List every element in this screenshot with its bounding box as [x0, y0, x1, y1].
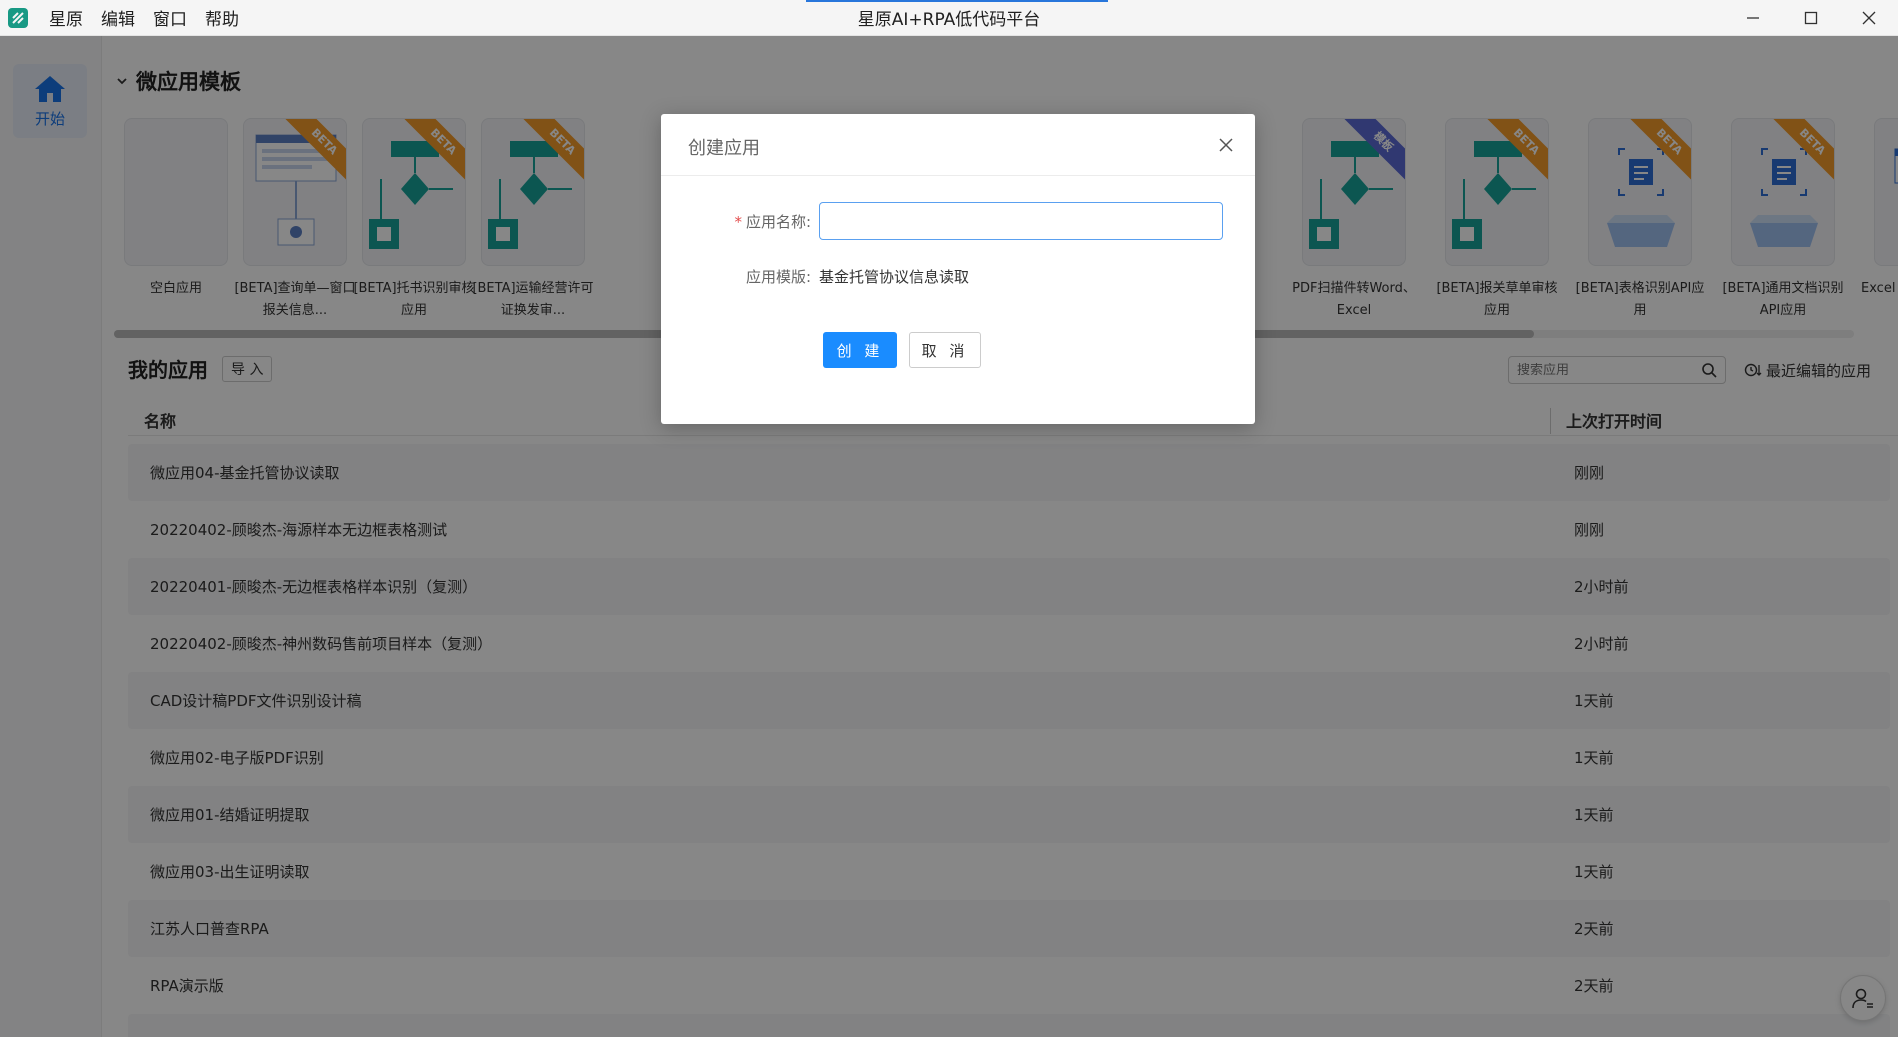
maximize-icon	[1804, 11, 1818, 25]
app-name-label: * 应用名称:	[734, 212, 811, 231]
maximize-button[interactable]	[1782, 0, 1840, 36]
close-icon	[1862, 11, 1876, 25]
minimize-button[interactable]	[1724, 0, 1782, 36]
menu-item-window[interactable]: 窗口	[144, 5, 196, 30]
title-accent-line	[806, 0, 1108, 2]
app-logo-icon	[8, 7, 28, 28]
minimize-icon	[1747, 17, 1759, 19]
menu-item-xingyuan[interactable]: 星原	[40, 5, 92, 30]
create-button[interactable]: 创 建	[823, 332, 897, 368]
create-app-dialog: 创建应用 * 应用名称: 应用模版: 基金托管协议信息读取 创 建 取 消	[661, 114, 1255, 424]
app-template-label: 应用模版:	[745, 268, 811, 286]
window-title: 星原AI+RPA低代码平台	[857, 10, 1041, 30]
close-window-button[interactable]	[1840, 0, 1898, 36]
app-template-value: 基金托管协议信息读取	[819, 268, 970, 286]
dialog-title: 创建应用	[688, 138, 760, 159]
app-template-row: 应用模版: 基金托管协议信息读取	[661, 266, 969, 287]
title-bar: 星原 编辑 窗口 帮助 星原AI+RPA低代码平台	[0, 0, 1898, 36]
window-controls	[1724, 0, 1898, 36]
menu-item-edit[interactable]: 编辑	[92, 5, 144, 30]
menu-item-help[interactable]: 帮助	[196, 5, 248, 30]
app-name-row: * 应用名称:	[661, 202, 1223, 240]
dialog-header: 创建应用	[661, 114, 1255, 176]
app-name-input[interactable]	[819, 202, 1223, 240]
close-icon	[1219, 138, 1233, 152]
cancel-button[interactable]: 取 消	[909, 332, 981, 368]
menu-bar: 星原 编辑 窗口 帮助	[40, 5, 248, 30]
dialog-close-button[interactable]	[1215, 134, 1237, 156]
required-asterisk: *	[734, 212, 742, 231]
